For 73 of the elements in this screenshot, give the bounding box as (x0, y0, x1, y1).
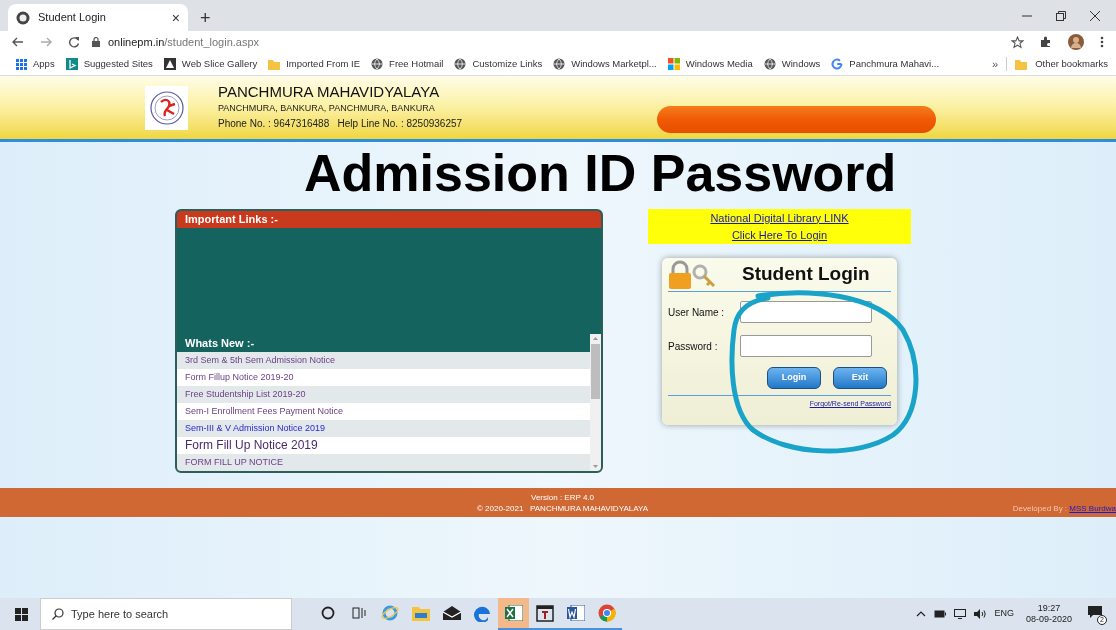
contact-numbers: Phone No. : 9647316488 Help Line No. : 8250936257 (218, 116, 463, 131)
google-icon (831, 58, 844, 70)
bookmark-link[interactable]: Windows (781, 56, 821, 72)
notice-link[interactable]: FORM FILL UP NOTICE (177, 454, 590, 471)
address-field[interactable]: onlinepm.in/student_login.aspx (108, 33, 260, 51)
panel-header: Important Links :- (177, 211, 601, 228)
college-emblem-drawing (145, 85, 188, 130)
bookmarks-overflow-button[interactable]: » (992, 55, 999, 73)
bing-icon (65, 58, 78, 70)
back-icon[interactable] (12, 36, 24, 48)
notice-link[interactable]: Form Fillup Notice 2019-20 (177, 369, 590, 386)
chevron-up-icon[interactable] (916, 611, 927, 617)
slice-icon (163, 58, 176, 70)
input-field[interactable] (740, 301, 872, 323)
folder-icon (1015, 58, 1028, 70)
star-icon[interactable] (1011, 35, 1024, 49)
bookmark-link[interactable]: Imported From IE (286, 56, 361, 72)
menu-icon[interactable] (1100, 36, 1104, 48)
notice-link[interactable]: Free Studentship List 2019-20 (177, 386, 590, 403)
notice-link[interactable]: Sem-I Enrollment Fees Payment Notice (177, 403, 590, 420)
search-icon (52, 608, 64, 620)
reload-icon[interactable] (68, 36, 80, 48)
spreadsheet-icon[interactable] (498, 598, 529, 630)
version-text: Version : ERP 4.0 (531, 491, 594, 503)
page-title: Admission ID Password (304, 144, 898, 202)
bookmark-link[interactable]: Web Slice Gallery (181, 56, 258, 72)
input-field[interactable] (740, 335, 872, 357)
folder-icon (268, 58, 281, 70)
lock-icon (92, 37, 100, 47)
bookmark-link[interactable]: Free Hotmail (389, 56, 444, 72)
bookmark-link[interactable]: Windows Media (685, 56, 753, 72)
bookmark-link[interactable]: Windows Marketpl... (571, 56, 657, 72)
restore-icon[interactable] (1056, 10, 1066, 21)
search-field[interactable]: Type here to search (40, 598, 292, 630)
notice-link[interactable]: Sem-III & V Admission Notice 2019 (177, 420, 590, 437)
globe-icon (371, 58, 384, 70)
field-label: User Name : (668, 305, 726, 320)
section-heading: Whats New :- (184, 336, 256, 351)
library-link[interactable]: Click Here To Login (731, 227, 828, 244)
tab-close-button[interactable]: × (171, 10, 180, 25)
notice-link[interactable]: 3rd Sem & 5th Sem Admission Notice (177, 352, 590, 369)
bookmark-link[interactable]: Panchmura Mahavi... (849, 56, 940, 72)
padlock-keys-icon (668, 259, 716, 290)
bookmark-link[interactable]: Customize Links (472, 56, 543, 72)
library-link[interactable]: National Digital Library LINK (710, 209, 849, 226)
globe-icon (553, 58, 566, 70)
language-indicator[interactable]: ENG (994, 607, 1014, 621)
tab-title: Student Login (38, 10, 107, 26)
windows-start-icon[interactable] (15, 607, 28, 621)
puzzle-icon[interactable] (1040, 36, 1052, 48)
field-label: Password : (668, 339, 719, 354)
copyright-text: © 2020-2021 PANCHMURA MAHAVIDYALAYA (477, 502, 648, 514)
bookmark-link[interactable]: Suggested Sites (83, 56, 153, 72)
globe-icon (763, 58, 776, 70)
battery-icon[interactable] (934, 610, 947, 618)
college-name: PANCHMURA MAHAVIDYALAYA (218, 82, 441, 101)
developer-credit: Developed By : (1012, 503, 1069, 515)
notice-link[interactable]: Form Fill Up Notice 2019 (177, 437, 590, 454)
bookmark-link[interactable]: Other bookmarks (1035, 56, 1108, 72)
windows-logo-icon (667, 58, 680, 70)
globe-icon (454, 58, 467, 70)
network-icon[interactable] (954, 609, 967, 619)
browser-tab[interactable]: Student Login × (8, 4, 188, 31)
bookmark-link[interactable]: Apps (33, 56, 55, 72)
avatar-icon[interactable] (1068, 34, 1084, 50)
college-address: PANCHMURA, BANKURA, PANCHMURA, BANKURA (218, 101, 436, 115)
new-tab-button[interactable]: + (200, 9, 211, 27)
close-icon[interactable] (1090, 10, 1100, 21)
speaker-icon[interactable] (974, 609, 987, 619)
clock[interactable]: 19:27 08-09-2020 (1025, 603, 1072, 625)
site-icon (16, 10, 30, 25)
apps-grid-icon (16, 58, 27, 70)
login-title: Student Login (742, 262, 870, 287)
